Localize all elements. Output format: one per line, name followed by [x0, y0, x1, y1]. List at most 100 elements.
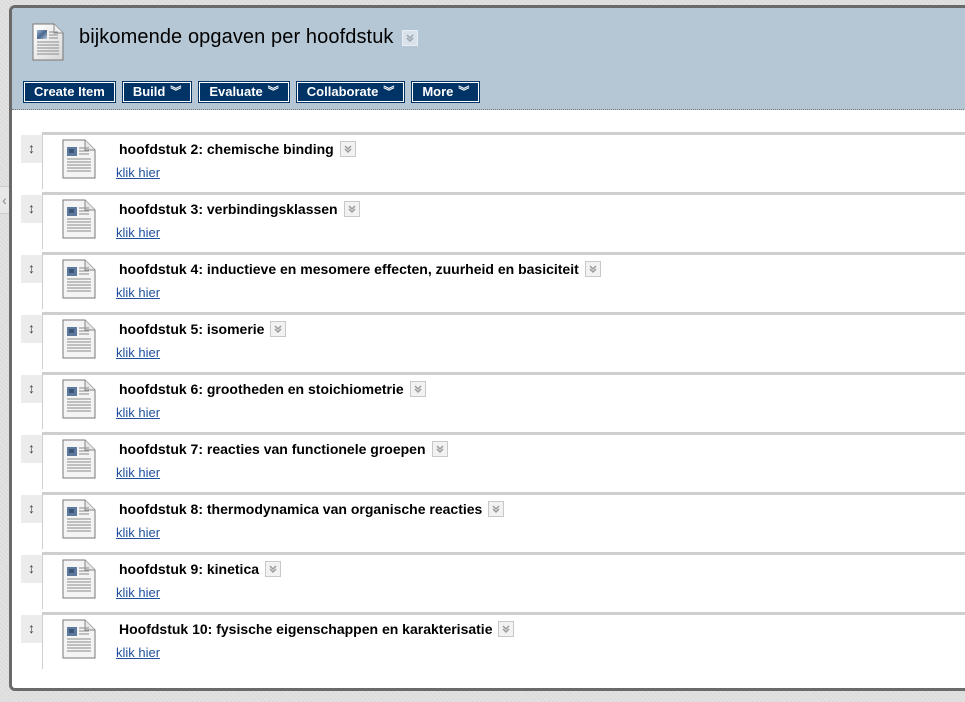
double-chevron-down-icon	[406, 34, 414, 42]
content-item-body: hoofdstuk 7: reacties van functionele gr…	[42, 432, 965, 489]
double-chevron-down-icon: ︾	[458, 85, 470, 98]
double-chevron-down-icon	[274, 325, 282, 334]
content-item: ↕ hoofdstuk 9: kinetica klik hier	[12, 552, 965, 612]
drag-handle[interactable]: ↕	[21, 495, 42, 523]
create-item-label: Create Item	[34, 84, 105, 99]
content-item-title-text: hoofdstuk 9: kinetica	[119, 561, 260, 577]
drag-arrows-icon: ↕	[28, 620, 35, 636]
content-item-title-text: hoofdstuk 3: verbindingsklassen	[119, 201, 338, 217]
drag-handle[interactable]: ↕	[21, 135, 42, 163]
build-label: Build	[132, 84, 166, 99]
drag-arrows-icon: ↕	[28, 560, 35, 576]
evaluate-menu-button[interactable]: Evaluate ︾	[198, 81, 290, 103]
content-item-body: hoofdstuk 6: grootheden en stoichiometri…	[42, 372, 965, 429]
content-item-body: hoofdstuk 9: kinetica klik hier	[42, 552, 965, 609]
content-item-title: hoofdstuk 7: reacties van functionele gr…	[119, 441, 448, 458]
document-icon	[62, 199, 96, 244]
drag-handle[interactable]: ↕	[21, 315, 42, 343]
item-options-button[interactable]	[409, 381, 426, 398]
drag-arrows-icon: ↕	[28, 200, 35, 216]
content-frame: bijkomende opgaven per hoofdstuk Create …	[9, 5, 965, 691]
drag-handle[interactable]: ↕	[21, 375, 42, 403]
item-options-button[interactable]	[343, 201, 360, 218]
content-item-link[interactable]: klik hier	[116, 345, 160, 360]
content-item: ↕ hoofdstuk 8: thermodynamica van organi…	[12, 492, 965, 552]
double-chevron-down-icon	[344, 145, 352, 154]
double-chevron-down-icon	[435, 445, 444, 454]
content-item-link[interactable]: klik hier	[116, 405, 160, 420]
content-item: ↕ hoofdstuk 6: grootheden en stoichiomet…	[12, 372, 965, 432]
document-icon	[62, 499, 96, 544]
collaborate-menu-button[interactable]: Collaborate ︾	[295, 81, 406, 103]
document-icon	[62, 559, 96, 604]
content-item: ↕ hoofdstuk 3: verbindingsklassen klik h…	[12, 192, 965, 252]
content-item: ↕ hoofdstuk 7: reacties van functionele …	[12, 432, 965, 492]
item-options-button[interactable]	[339, 141, 356, 158]
content-item-body: hoofdstuk 3: verbindingsklassen klik hie…	[42, 192, 965, 249]
collapse-sidebar-tab[interactable]: ‹	[0, 186, 9, 214]
drag-handle[interactable]: ↕	[21, 555, 42, 583]
drag-handle[interactable]: ↕	[21, 255, 42, 283]
content-item-title-text: hoofdstuk 7: reacties van functionele gr…	[119, 441, 426, 457]
create-item-button[interactable]: Create Item	[23, 81, 116, 103]
content-item-list: ↕ hoofdstuk 2: chemische binding klik hi…	[12, 110, 965, 672]
content-item-title-text: hoofdstuk 6: grootheden en stoichiometri…	[119, 381, 404, 397]
drag-arrows-icon: ↕	[28, 320, 35, 336]
content-item-body: Hoofdstuk 10: fysische eigenschappen en …	[42, 612, 965, 669]
more-label: More	[422, 84, 454, 99]
content-item-title: hoofdstuk 2: chemische binding	[119, 141, 356, 158]
document-icon	[62, 259, 96, 304]
drag-handle[interactable]: ↕	[21, 435, 42, 463]
content-item: ↕ hoofdstuk 2: chemische binding klik hi…	[12, 132, 965, 192]
item-options-button[interactable]	[584, 261, 601, 278]
content-item-link[interactable]: klik hier	[116, 165, 160, 180]
content-item-title: hoofdstuk 8: thermodynamica van organisc…	[119, 501, 505, 518]
chevron-left-icon: ‹	[2, 192, 7, 208]
item-options-button[interactable]	[431, 441, 448, 458]
content-item-title-text: hoofdstuk 4: inductieve en mesomere effe…	[119, 261, 579, 277]
content-item-title-text: hoofdstuk 8: thermodynamica van organisc…	[119, 501, 483, 517]
drag-handle[interactable]: ↕	[21, 195, 42, 223]
double-chevron-down-icon	[492, 505, 500, 514]
item-options-button[interactable]	[265, 561, 282, 578]
content-item-title-text: hoofdstuk 2: chemische binding	[119, 141, 334, 157]
content-item-link[interactable]: klik hier	[116, 645, 160, 660]
item-options-button[interactable]	[498, 621, 515, 638]
content-item-link[interactable]: klik hier	[116, 525, 160, 540]
double-chevron-down-icon: ︾	[383, 85, 395, 98]
build-menu-button[interactable]: Build ︾	[121, 81, 193, 103]
item-options-button[interactable]	[270, 321, 287, 338]
page-options-button[interactable]	[401, 29, 418, 46]
content-item-link[interactable]: klik hier	[116, 225, 160, 240]
double-chevron-down-icon	[414, 385, 422, 394]
content-item-body: hoofdstuk 8: thermodynamica van organisc…	[42, 492, 965, 549]
page-title-text: bijkomende opgaven per hoofdstuk	[79, 26, 394, 48]
collaborate-label: Collaborate	[306, 84, 379, 99]
content-item-link[interactable]: klik hier	[116, 465, 160, 480]
content-item-link[interactable]: klik hier	[116, 585, 160, 600]
document-icon	[62, 379, 96, 424]
document-icon	[62, 439, 96, 484]
drag-arrows-icon: ↕	[28, 440, 35, 456]
double-chevron-down-icon: ︾	[267, 85, 279, 98]
content-item-title: hoofdstuk 5: isomerie	[119, 321, 287, 338]
double-chevron-down-icon	[348, 205, 356, 214]
document-icon	[62, 319, 96, 364]
content-item-link[interactable]: klik hier	[116, 285, 160, 300]
document-icon	[32, 23, 64, 66]
content-item: ↕ Hoofdstuk 10: fysische eigenschappen e…	[12, 612, 965, 672]
double-chevron-down-icon	[589, 265, 597, 274]
content-item-title: hoofdstuk 3: verbindingsklassen	[119, 201, 360, 218]
content-item: ↕ hoofdstuk 4: inductieve en mesomere ef…	[12, 252, 965, 312]
content-item-title: hoofdstuk 4: inductieve en mesomere effe…	[119, 261, 601, 278]
drag-arrows-icon: ↕	[28, 380, 35, 396]
item-options-button[interactable]	[488, 501, 505, 518]
drag-arrows-icon: ↕	[28, 500, 35, 516]
document-icon	[62, 619, 96, 664]
drag-handle[interactable]: ↕	[21, 615, 42, 643]
page-header: bijkomende opgaven per hoofdstuk Create …	[12, 8, 965, 110]
more-menu-button[interactable]: More ︾	[411, 81, 481, 103]
content-item-title: hoofdstuk 6: grootheden en stoichiometri…	[119, 381, 426, 398]
drag-arrows-icon: ↕	[28, 260, 35, 276]
content-item: ↕ hoofdstuk 5: isomerie klik hier	[12, 312, 965, 372]
